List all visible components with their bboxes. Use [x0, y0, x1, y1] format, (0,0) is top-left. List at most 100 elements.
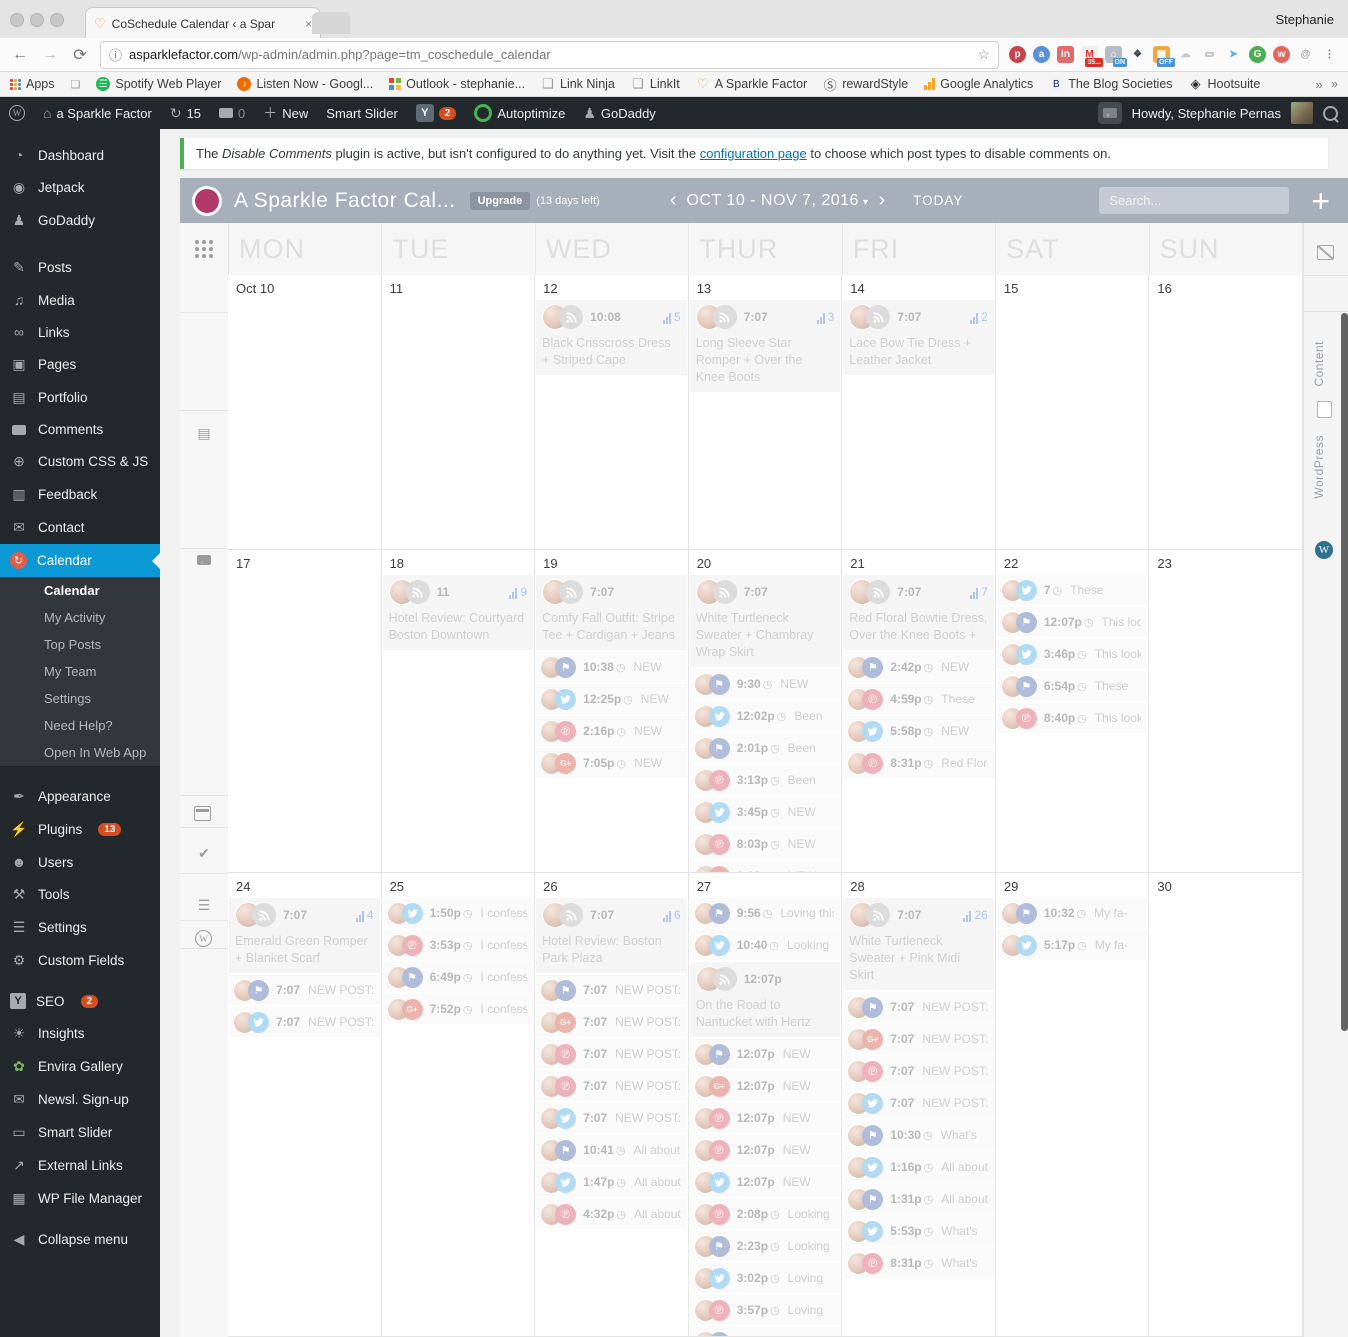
wordpress-rail-icon[interactable]: W: [1315, 541, 1333, 559]
calendar-day-cell[interactable]: 25 1:50p ◷ I confess, ℗ 3:53p ◷ I confess, ⚑ 6:49…: [381, 873, 536, 1337]
social-item-pinterest[interactable]: ℗ 8:40p ◷ This look: [996, 703, 1148, 733]
social-item-facebook[interactable]: ⚑ 2:42p ◷ NEW: [843, 652, 994, 682]
cloud-icon[interactable]: ☁: [1177, 46, 1194, 63]
sidebar-item-wp-file-manager[interactable]: ▦ WP File Manager: [0, 1182, 160, 1215]
blog-post-card[interactable]: 7:07 4 Emerald Green Romper + Blanket Scar…: [229, 898, 380, 973]
calendar-day-cell[interactable]: 20 7:07 White Turtleneck Sweater + Chambra…: [688, 550, 843, 873]
user-avatar[interactable]: [1291, 102, 1313, 124]
yoast-menu[interactable]: Y2: [407, 97, 466, 129]
new-content-menu[interactable]: ＋ New: [254, 97, 317, 129]
social-item-facebook[interactable]: ⚑ 9:56 ◷ Loving this: [689, 898, 841, 928]
blog-post-card[interactable]: 7:07 3 Long Sleeve Star Romper + Over the …: [689, 300, 841, 392]
coschedule-logo-icon[interactable]: [192, 185, 222, 216]
sidebar-sub-settings[interactable]: Settings: [0, 685, 160, 712]
comments-menu[interactable]: 0: [210, 97, 254, 129]
rail-wordpress-icon[interactable]: W: [195, 930, 212, 947]
menu-dots-icon[interactable]: ⋮: [1321, 46, 1338, 63]
social-item-facebook[interactable]: ⚑ 10:32 ◷ My fa-: [996, 898, 1148, 928]
social-item-pinterest[interactable]: ℗ 3:53p ◷ I confess,: [382, 930, 534, 960]
quora-icon[interactable]: @: [1297, 46, 1314, 63]
minimize-window-icon[interactable]: [30, 13, 44, 27]
social-item-twitter[interactable]: 7:07 NEW POST:: [536, 1103, 687, 1133]
social-item-pinterest[interactable]: ℗ 4:32p ◷ All about: [536, 1199, 687, 1229]
social-item-twitter[interactable]: 12:02p ◷ Been: [689, 701, 841, 731]
sidebar-item-feedback[interactable]: ▥ Feedback: [0, 478, 160, 511]
blog-post-card[interactable]: 7:07 White Turtleneck Sweater + Chambray …: [689, 575, 841, 667]
social-item-facebook[interactable]: ⚑ 1:31p ◷ All about: [843, 1184, 994, 1214]
sidebar-item-portfolio[interactable]: ▤ Portfolio: [0, 381, 160, 414]
sidebar-item-external-links[interactable]: ↗ External Links: [0, 1149, 160, 1182]
bookmark-hootsuite[interactable]: ◈ Hootsuite: [1189, 76, 1261, 91]
pinterest-icon[interactable]: p: [1009, 46, 1026, 63]
forward-button[interactable]: →: [40, 46, 60, 64]
social-item-twitter[interactable]: 1:47p ◷ All about: [536, 1167, 687, 1197]
blog-post-card[interactable]: 7:07 7 Red Floral Bowtie Dress, Over the K…: [843, 575, 994, 650]
social-item-facebook[interactable]: ⚑ 2:23p ◷ Looking: [689, 1231, 841, 1261]
calendar-day-cell[interactable]: 18 11 9 Hotel Review: Courtyard Boston Down…: [381, 550, 536, 873]
sidebar-item-collapse-menu[interactable]: ◀ Collapse menu: [0, 1223, 160, 1256]
sidebar-item-posts[interactable]: ✎ Posts: [0, 251, 160, 284]
browser-tab[interactable]: ♡ CoSchedule Calendar ‹ a Spar ×: [85, 7, 321, 39]
admin-search-icon[interactable]: [1323, 105, 1338, 121]
sidebar-sub-need-help[interactable]: Need Help?: [0, 712, 160, 739]
wp-logo-menu[interactable]: W: [0, 97, 34, 129]
next-week-button[interactable]: ›: [868, 189, 895, 212]
social-item-facebook[interactable]: ⚑ 6:54p ◷ These: [996, 671, 1148, 701]
social-item-googleplus[interactable]: G+9:22p◷NEW: [689, 861, 841, 872]
close-window-icon[interactable]: [10, 13, 24, 27]
blog-post-card[interactable]: 11 9 Hotel Review: Courtyard Boston Downto…: [382, 575, 534, 650]
sidebar-item-comments[interactable]: Comments: [0, 414, 160, 445]
notification-button[interactable]: [1097, 102, 1122, 124]
add-content-button[interactable]: +: [1311, 185, 1330, 217]
calendar-day-cell[interactable]: 14 7:07 2 Lace Bow Tie Dress + Leather Jack…: [842, 275, 996, 550]
maximize-window-icon[interactable]: [50, 13, 64, 27]
bookmark-outlook-stephanie[interactable]: Outlook - stephanie...: [389, 77, 525, 91]
social-item-twitter[interactable]: 10:40 ◷ Looking: [689, 930, 841, 960]
bookmark-item[interactable]: »»: [1312, 77, 1338, 92]
site-name-menu[interactable]: ⌂ a Sparkle Factor: [34, 97, 161, 129]
bookmark-linkit[interactable]: ❏ LinkIt: [631, 76, 680, 91]
social-item-twitter[interactable]: 3:46p ◷ This look: [996, 639, 1148, 669]
sidebar-item-envira-gallery[interactable]: ✿ Envira Gallery: [0, 1050, 160, 1083]
twitter-share-icon[interactable]: ➤: [1225, 46, 1242, 63]
calendar-day-cell[interactable]: 26 7:07 6 Hotel Review: Boston Park Plaza ⚑ 7…: [535, 873, 689, 1337]
sidebar-item-custom-fields[interactable]: ⚙ Custom Fields: [0, 944, 160, 977]
prev-week-button[interactable]: ‹: [660, 189, 687, 212]
social-item-facebook[interactable]: ⚑ 7:07 NEW POST:: [843, 992, 994, 1022]
social-item-pinterest[interactable]: ℗ 3:13p ◷ Been: [689, 765, 841, 795]
smart-slider-menu[interactable]: Smart Slider: [317, 97, 407, 129]
bookmark-listen-now-googl[interactable]: ♪ Listen Now - Googl...: [237, 77, 373, 91]
social-item-googleplus[interactable]: G+ 7:05p ◷ NEW: [536, 748, 687, 778]
social-item-twitter[interactable]: 5:53p ◷ What's: [843, 1216, 994, 1246]
sidebar-item-insights[interactable]: ☀ Insights: [0, 1017, 160, 1050]
sidebar-item-jetpack[interactable]: ◉ Jetpack: [0, 171, 160, 204]
social-item-googleplus[interactable]: G+ 7:52p ◷ I confess,: [382, 994, 534, 1024]
sidebar-item-tools[interactable]: ⚒ Tools: [0, 878, 160, 911]
social-item-facebook[interactable]: ⚑ 9:30 ◷ NEW: [689, 669, 841, 699]
social-item-pinterest[interactable]: ℗ 12:07p NEW: [689, 1135, 841, 1165]
bookmark-apps[interactable]: Apps: [10, 77, 55, 91]
social-item-pinterest[interactable]: ℗ 7:07 NEW POST:: [536, 1039, 687, 1069]
rail-comment-icon[interactable]: [197, 555, 211, 565]
bookmark-the-blog-societies[interactable]: B The Blog Societies: [1049, 77, 1173, 91]
bookmark-a-sparkle-factor[interactable]: ♡ A Sparkle Factor: [696, 76, 807, 91]
sidebar-item-seo[interactable]: Y SEO 2: [0, 985, 160, 1017]
bookmark-link-ninja[interactable]: ❏ Link Ninja: [541, 76, 615, 91]
calendar-day-cell[interactable]: 24 7:07 4 Emerald Green Romper + Blanket Sc…: [228, 873, 382, 1337]
content-doc-icon[interactable]: [1317, 401, 1332, 418]
content-rail-label[interactable]: Content: [1312, 341, 1326, 387]
social-item-pinterest[interactable]: ℗ 8:31p◷ Red Floral: [843, 748, 994, 778]
rail-lines-icon[interactable]: ☰: [198, 897, 211, 914]
calendar-day-cell[interactable]: 11: [381, 275, 536, 550]
chromecast-icon[interactable]: ▭: [1201, 46, 1218, 63]
social-item-twitter[interactable]: 12:25p ◷ NEW: [536, 684, 687, 714]
blog-post-card[interactable]: 7:07 26 White Turtleneck Sweater + Pink Mi…: [843, 898, 994, 990]
drag-handle-icon[interactable]: [195, 240, 199, 244]
social-item-pinterest[interactable]: ℗ 7:07 NEW POST:: [843, 1056, 994, 1086]
blog-post-card[interactable]: 7:07 2 Lace Bow Tie Dress + Leather Jacket: [843, 300, 994, 375]
rail-calendar-icon[interactable]: [194, 806, 211, 821]
calendar-day-cell[interactable]: 30: [1149, 873, 1303, 1337]
vertical-scrollbar[interactable]: [1341, 313, 1348, 1031]
autoptimize-menu[interactable]: Autoptimize: [465, 97, 574, 129]
url-bar[interactable]: ⓘ asparklefactor.com/wp-admin/admin.php?…: [100, 40, 999, 69]
